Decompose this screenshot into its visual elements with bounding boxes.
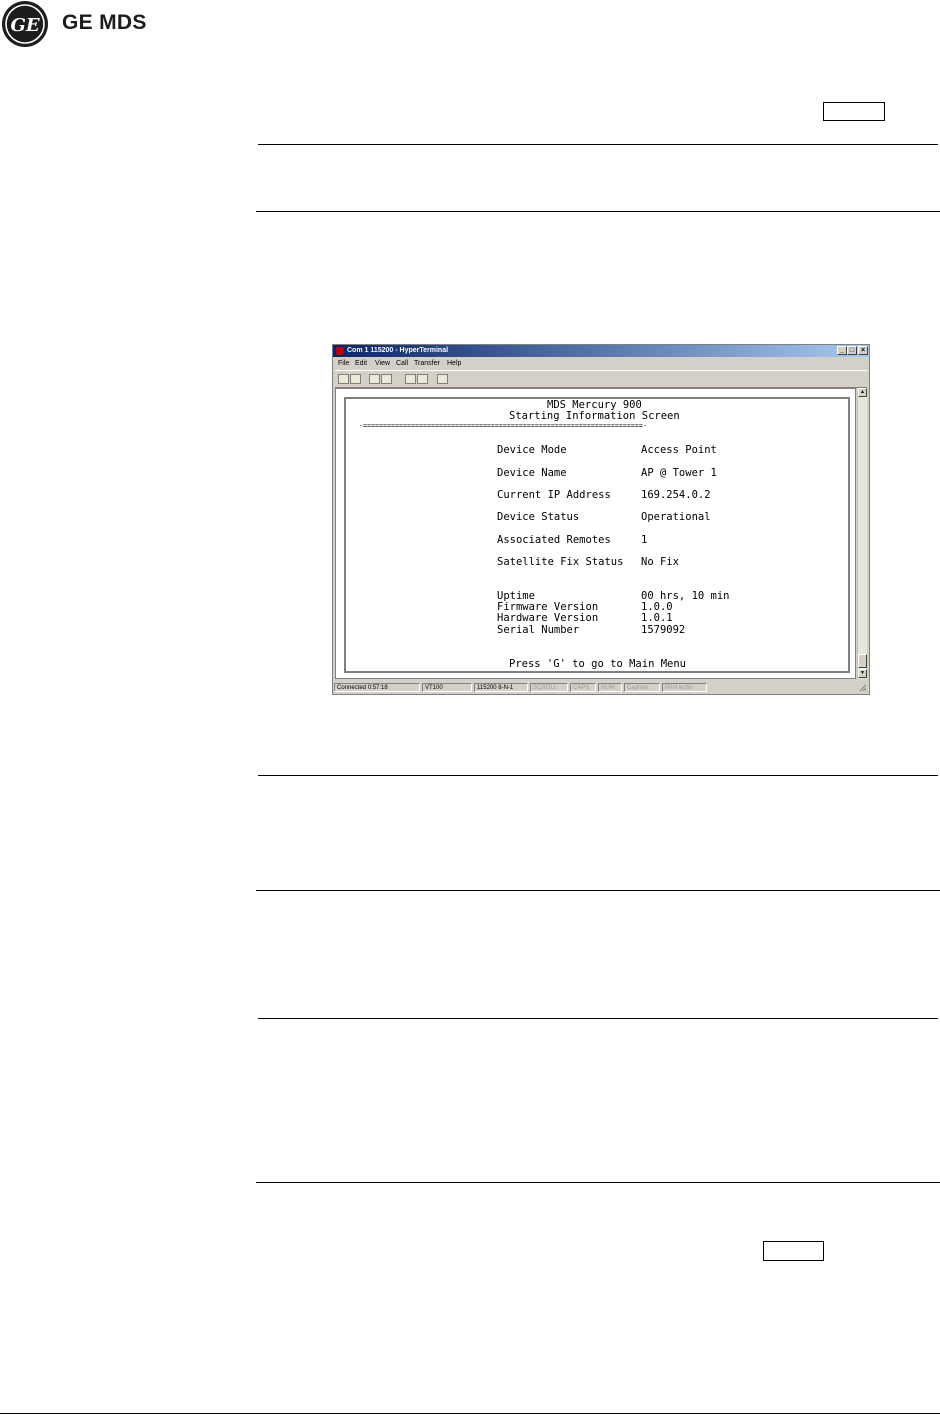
- terminal-footer: Press 'G' to go to Main Menu: [509, 658, 687, 670]
- status-emulation: VT100: [422, 683, 472, 692]
- status-bar: Connected 0:57:18 VT100 115200 8-N-1 SCR…: [334, 682, 868, 693]
- status-connected: Connected 0:57:18: [334, 683, 420, 692]
- svg-text:GE: GE: [10, 15, 39, 36]
- value-ip-address: 169.254.0.2: [641, 489, 711, 501]
- value-associated-remotes: 1: [641, 534, 648, 546]
- value-device-status: Operational: [641, 511, 711, 523]
- label-device-mode: Device Mode: [497, 444, 567, 456]
- toolbar: [335, 370, 867, 388]
- key-box: [823, 102, 885, 121]
- status-scroll: SCROLL: [530, 683, 568, 692]
- menu-bar: File Edit View Call Transfer Help: [335, 358, 867, 369]
- rule: [256, 211, 940, 212]
- rule: [258, 1018, 938, 1019]
- value-device-name: AP @ Tower 1: [641, 467, 717, 479]
- window-title: Com 1 115200 - HyperTerminal: [347, 347, 449, 354]
- properties-icon[interactable]: [437, 374, 448, 384]
- menu-help[interactable]: Help: [447, 358, 461, 369]
- minimize-button[interactable]: _: [837, 346, 847, 355]
- label-device-name: Device Name: [497, 467, 567, 479]
- scroll-down-icon[interactable]: ▼: [858, 669, 867, 678]
- ge-monogram-icon: GE: [5, 4, 45, 44]
- rule: [256, 1182, 940, 1183]
- value-satellite-fix: No Fix: [641, 556, 679, 568]
- terminal-separator: -=======================================…: [359, 422, 647, 430]
- open-icon[interactable]: [350, 374, 361, 384]
- footer-rule: [0, 1413, 940, 1414]
- vertical-scrollbar[interactable]: ▲ ▼: [857, 388, 867, 679]
- scroll-up-icon[interactable]: ▲: [858, 388, 867, 397]
- value-device-mode: Access Point: [641, 444, 717, 456]
- status-capture: Capture: [624, 683, 660, 692]
- hyperterminal-window: Com 1 115200 - HyperTerminal _ □ × File …: [332, 344, 870, 695]
- brand-name: GE MDS: [62, 11, 147, 34]
- scroll-thumb[interactable]: [858, 654, 867, 668]
- status-port-settings: 115200 8-N-1: [474, 683, 528, 692]
- menu-edit[interactable]: Edit: [355, 358, 367, 369]
- menu-view[interactable]: View: [375, 358, 390, 369]
- rule: [256, 890, 940, 891]
- menu-transfer[interactable]: Transfer: [414, 358, 440, 369]
- terminal-screen[interactable]: MDS Mercury 900 Starting Information Scr…: [335, 388, 856, 679]
- status-num: NUM: [598, 683, 622, 692]
- label-hardware: Hardware Version: [497, 612, 599, 624]
- menu-file[interactable]: File: [338, 358, 349, 369]
- new-icon[interactable]: [338, 374, 349, 384]
- menu-call[interactable]: Call: [396, 358, 408, 369]
- status-print-echo: Print echo: [662, 683, 707, 692]
- receive-icon[interactable]: [417, 374, 428, 384]
- ge-logo: GE: [2, 1, 48, 47]
- value-hardware: 1.0.1: [641, 612, 673, 624]
- resize-grip-icon[interactable]: [859, 684, 867, 692]
- hyperterminal-icon: [336, 347, 344, 355]
- label-satellite-fix: Satellite Fix Status: [497, 556, 624, 568]
- key-box: [763, 1241, 824, 1261]
- label-device-status: Device Status: [497, 511, 580, 523]
- call-icon[interactable]: [369, 374, 380, 384]
- close-button[interactable]: ×: [858, 346, 868, 355]
- label-ip-address: Current IP Address: [497, 489, 611, 501]
- status-caps: CAPS: [570, 683, 596, 692]
- label-serial: Serial Number: [497, 624, 580, 636]
- maximize-button[interactable]: □: [847, 346, 857, 355]
- disconnect-icon[interactable]: [381, 374, 392, 384]
- rule: [258, 144, 938, 145]
- value-serial: 1579092: [641, 624, 686, 636]
- window-titlebar: Com 1 115200 - HyperTerminal _ □ ×: [333, 345, 869, 357]
- label-associated-remotes: Associated Remotes: [497, 534, 611, 546]
- send-icon[interactable]: [405, 374, 416, 384]
- rule: [258, 775, 938, 776]
